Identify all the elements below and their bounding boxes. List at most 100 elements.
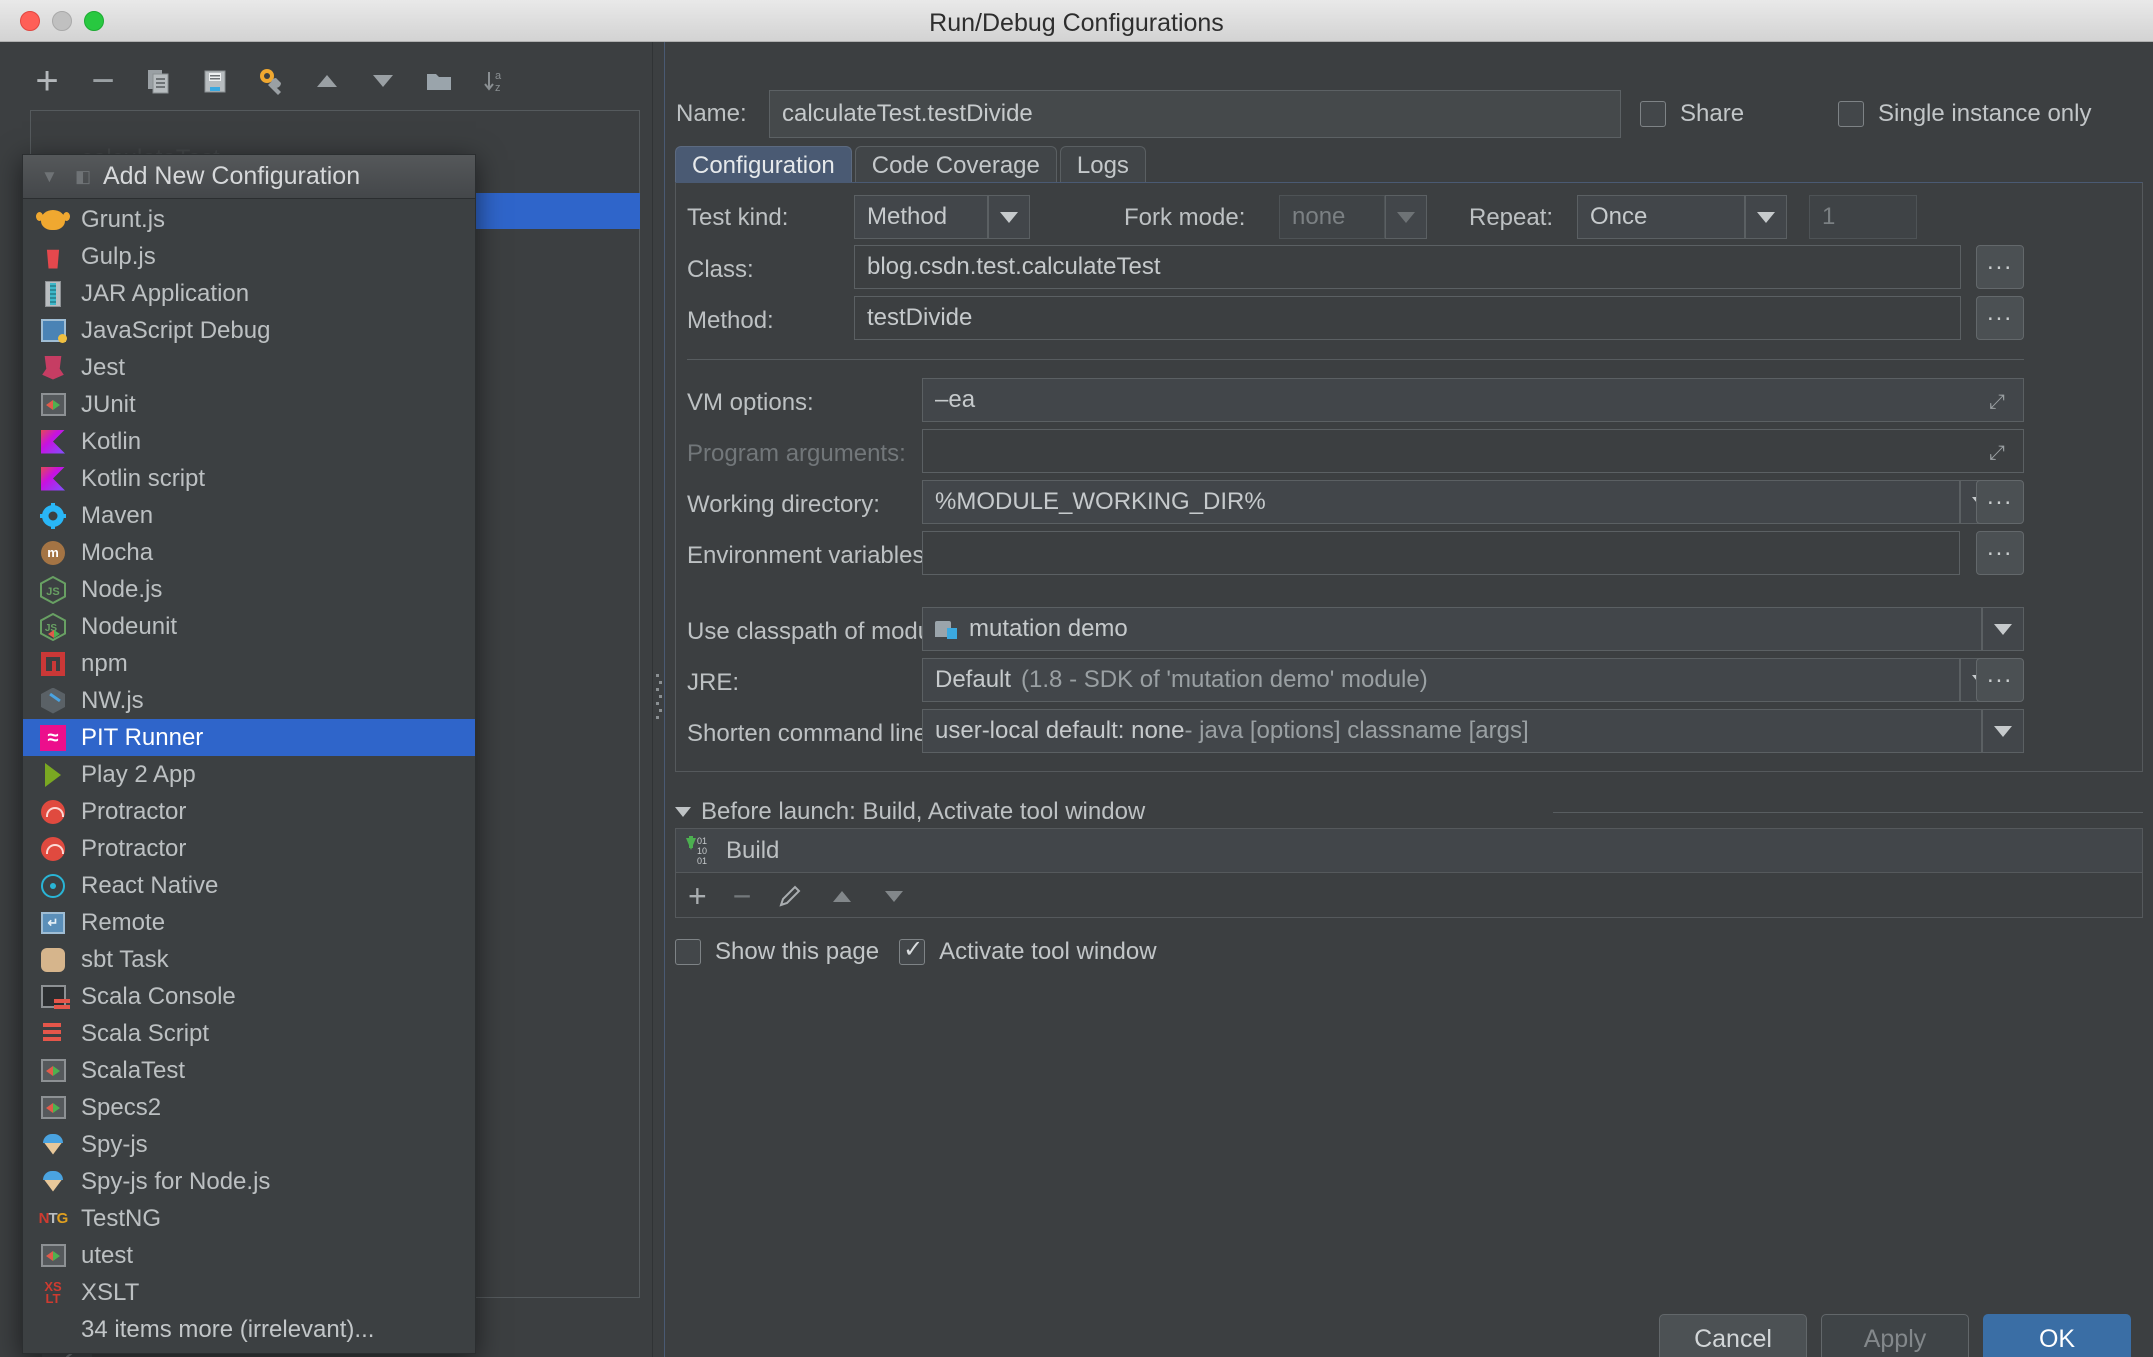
single-instance-checkbox[interactable] xyxy=(1838,101,1864,127)
list-item[interactable]: NW.js xyxy=(23,682,475,719)
list-item[interactable]: utest xyxy=(23,1237,475,1274)
working-directory-browse-button[interactable]: ... xyxy=(1976,480,2024,524)
move-down-icon[interactable] xyxy=(881,883,907,909)
activate-tool-window-checkbox[interactable] xyxy=(899,935,926,965)
list-item[interactable]: NTG TestNG xyxy=(23,1200,475,1237)
save-icon[interactable] xyxy=(198,64,232,98)
list-item[interactable]: ↵ Remote xyxy=(23,904,475,941)
remove-configuration-button[interactable]: − xyxy=(86,61,120,101)
before-launch-item-build[interactable]: 01 10 01 Build xyxy=(676,829,2142,873)
list-item[interactable]: Specs2 xyxy=(23,1089,475,1126)
configuration-type-list[interactable]: Grunt.js Gulp.js JAR Application JavaScr… xyxy=(23,199,475,1348)
move-up-icon[interactable] xyxy=(310,64,344,98)
list-item[interactable]: Spy-js for Node.js xyxy=(23,1163,475,1200)
apply-button[interactable]: Apply xyxy=(1821,1314,1969,1357)
edit-icon[interactable] xyxy=(777,883,803,909)
method-input[interactable]: testDivide xyxy=(854,296,1961,340)
popup-collapse-icon[interactable]: ▼ xyxy=(41,167,58,187)
shorten-command-line-dropdown-arrow[interactable] xyxy=(1982,709,2024,753)
repeat-value[interactable]: Once xyxy=(1577,195,1745,239)
working-directory-input[interactable]: %MODULE_WORKING_DIR% xyxy=(922,480,1960,524)
edit-defaults-icon[interactable] xyxy=(254,64,288,98)
list-item[interactable]: Kotlin script xyxy=(23,460,475,497)
list-item[interactable]: sbt Task xyxy=(23,941,475,978)
list-item[interactable]: Maven xyxy=(23,497,475,534)
list-item[interactable]: Scala Console xyxy=(23,978,475,1015)
list-item-label: ScalaTest xyxy=(81,1056,186,1084)
new-folder-icon[interactable] xyxy=(422,64,456,98)
list-item[interactable]: Jest xyxy=(23,349,475,386)
list-item-more[interactable]: 34 items more (irrelevant)... xyxy=(23,1311,475,1348)
before-launch-header[interactable]: Before launch: Build, Activate tool wind… xyxy=(675,798,1145,826)
ok-button[interactable]: OK xyxy=(1983,1314,2131,1357)
test-kind-value[interactable]: Method xyxy=(854,195,988,239)
classpath-dropdown-arrow[interactable] xyxy=(1982,607,2024,651)
environment-variables-input[interactable] xyxy=(922,531,1960,575)
shorten-command-line-value[interactable]: user-local default: none - java [options… xyxy=(922,709,1982,753)
show-this-page-group[interactable]: Show this page xyxy=(675,938,879,966)
list-item[interactable]: Protractor xyxy=(23,793,475,830)
share-checkbox[interactable] xyxy=(1640,101,1666,127)
copy-icon[interactable] xyxy=(142,64,176,98)
move-down-icon[interactable] xyxy=(366,64,400,98)
list-item[interactable]: Play 2 App xyxy=(23,756,475,793)
splitter-grip-icon xyxy=(656,674,662,719)
editor-tabs[interactable]: Configuration Code Coverage Logs xyxy=(675,144,1149,184)
list-item[interactable]: XS LT XSLT xyxy=(23,1274,475,1311)
jre-name: Default xyxy=(935,666,1012,693)
tab-configuration[interactable]: Configuration xyxy=(675,146,852,184)
list-item-label: Play 2 App xyxy=(81,760,196,788)
list-item-label: JUnit xyxy=(81,390,136,418)
jre-browse-button[interactable]: ... xyxy=(1976,658,2024,702)
list-item[interactable]: JS Nodeunit xyxy=(23,608,475,645)
method-browse-button[interactable]: ... xyxy=(1976,296,2024,340)
expand-icon[interactable]: ⤢ xyxy=(1989,442,2011,464)
show-this-page-checkbox[interactable] xyxy=(675,939,701,965)
before-launch-add-button[interactable]: + xyxy=(688,878,707,915)
name-label: Name: xyxy=(676,100,747,127)
jre-value[interactable]: Default (1.8 - SDK of 'mutation demo' mo… xyxy=(922,658,1960,702)
tab-logs[interactable]: Logs xyxy=(1059,146,1146,184)
cancel-button[interactable]: Cancel xyxy=(1659,1314,1807,1357)
list-item-label: TestNG xyxy=(81,1204,162,1232)
list-item[interactable]: JAR Application xyxy=(23,275,475,312)
classpath-value[interactable]: mutation demo xyxy=(922,607,1982,651)
list-item[interactable]: ScalaTest xyxy=(23,1052,475,1089)
single-instance-checkbox-group[interactable]: Single instance only xyxy=(1838,100,2091,128)
collapse-icon[interactable] xyxy=(675,807,691,817)
list-item[interactable]: JavaScript Debug xyxy=(23,312,475,349)
sort-alphabetically-icon[interactable]: a z xyxy=(478,64,512,98)
repeat-dropdown-arrow[interactable] xyxy=(1745,195,1787,239)
list-item[interactable]: Protractor xyxy=(23,830,475,867)
name-input[interactable]: calculateTest.testDivide xyxy=(769,90,1621,138)
list-item-pit-runner[interactable]: ≈ PIT Runner xyxy=(23,719,475,756)
environment-variables-browse-button[interactable]: ... xyxy=(1976,531,2024,575)
share-checkbox-group[interactable]: Share xyxy=(1640,100,1744,128)
repeat-count-input[interactable]: 1 xyxy=(1809,195,1917,239)
before-launch-remove-button[interactable]: − xyxy=(733,878,752,915)
move-up-icon[interactable] xyxy=(829,883,855,909)
program-arguments-input[interactable]: ⤢ xyxy=(922,429,2024,473)
class-browse-button[interactable]: ... xyxy=(1976,245,2024,289)
add-configuration-button[interactable]: + xyxy=(30,61,64,101)
list-item[interactable]: Scala Script xyxy=(23,1015,475,1052)
vm-options-input[interactable]: –ea ⤢ xyxy=(922,378,2024,422)
list-item[interactable]: Gulp.js xyxy=(23,238,475,275)
list-item[interactable]: npm xyxy=(23,645,475,682)
list-item[interactable]: Grunt.js xyxy=(23,201,475,238)
pane-splitter[interactable] xyxy=(652,42,662,1357)
tab-code-coverage[interactable]: Code Coverage xyxy=(854,146,1057,184)
test-kind-dropdown-arrow[interactable] xyxy=(988,195,1030,239)
maven-icon xyxy=(39,502,67,530)
activate-tool-window-group[interactable]: Activate tool window xyxy=(899,935,1157,966)
configurations-toolbar: + − a z xyxy=(30,58,512,104)
list-item[interactable]: JS Node.js xyxy=(23,571,475,608)
jre-row: JRE: Default (1.8 - SDK of 'mutation dem… xyxy=(676,658,2142,706)
list-item[interactable]: m Mocha xyxy=(23,534,475,571)
list-item[interactable]: JUnit xyxy=(23,386,475,423)
class-input[interactable]: blog.csdn.test.calculateTest xyxy=(854,245,1961,289)
list-item[interactable]: Spy-js xyxy=(23,1126,475,1163)
expand-icon[interactable]: ⤢ xyxy=(1989,391,2011,413)
list-item[interactable]: React Native xyxy=(23,867,475,904)
list-item[interactable]: Kotlin xyxy=(23,423,475,460)
